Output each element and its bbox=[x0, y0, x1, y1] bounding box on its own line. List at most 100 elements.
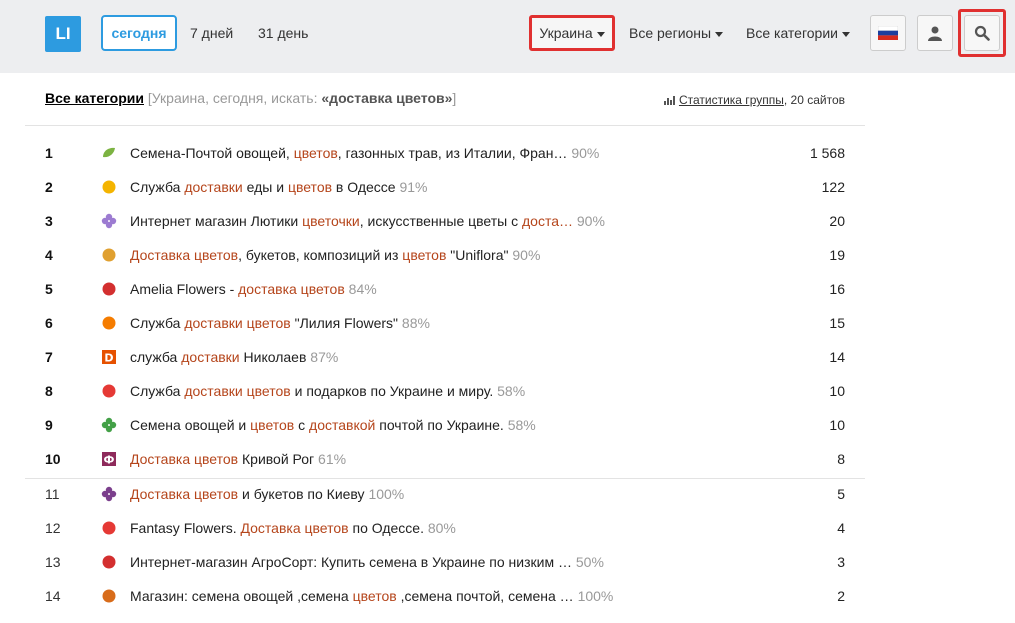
context-prefix: [Украина, сегодня, искать: bbox=[147, 90, 322, 106]
svg-text:D: D bbox=[104, 352, 113, 365]
visit-count: 19 bbox=[829, 247, 845, 263]
site-title[interactable]: Семена-Почтой овощей, цветов, газонных т… bbox=[130, 145, 600, 161]
title-text: Николаев bbox=[239, 349, 307, 365]
rank-number: 4 bbox=[45, 247, 53, 263]
query-match: цветов bbox=[250, 417, 295, 433]
star-icon bbox=[101, 486, 117, 502]
visit-count: 4 bbox=[837, 520, 845, 536]
list-item[interactable]: 12 Fantasy Flowers. Доставка цветов по Од… bbox=[0, 512, 865, 546]
caret-down-icon bbox=[841, 31, 850, 37]
leaf-icon bbox=[101, 145, 117, 161]
match-percent: 87% bbox=[306, 349, 339, 365]
visit-count: 16 bbox=[829, 281, 845, 297]
site-title[interactable]: Fantasy Flowers. Доставка цветов по Одес… bbox=[130, 520, 600, 536]
title-text: "Лилия Flowers" bbox=[290, 315, 399, 331]
site-title[interactable]: Доставка цветов и букетов по Киеву 100% bbox=[130, 486, 600, 502]
query-match: Доставка цветов bbox=[240, 520, 349, 536]
language-button[interactable] bbox=[870, 15, 906, 51]
rank-number: 9 bbox=[45, 417, 53, 433]
query-match: цветов bbox=[287, 179, 333, 195]
rank-number: 7 bbox=[45, 349, 53, 365]
title-text: , букетов, композиций из bbox=[238, 247, 403, 263]
site-title[interactable]: Магазин: семена овощей ,семена цветов ,с… bbox=[130, 588, 613, 604]
list-item[interactable]: 13 Интернет-магазин АгроСорт: Купить семе… bbox=[0, 546, 865, 580]
rose-icon bbox=[101, 281, 117, 297]
site-title[interactable]: Служба доставки еды и цветов в Одессе 91… bbox=[130, 179, 600, 195]
basket-icon bbox=[101, 383, 117, 399]
match-percent: 50% bbox=[572, 554, 604, 570]
period-31-days-button[interactable]: 31 день bbox=[258, 15, 308, 51]
site-title[interactable]: Интернет магазин Лютики цветочки, искусс… bbox=[130, 213, 605, 229]
title-text: по Одессе. bbox=[348, 520, 424, 536]
title-text: еды и bbox=[242, 179, 288, 195]
title-text: Служба bbox=[130, 383, 185, 399]
match-percent: 88% bbox=[398, 315, 430, 331]
list-item[interactable]: 8 Служба доставки цветов и подарков по Ук… bbox=[0, 375, 865, 409]
rank-number: 13 bbox=[45, 554, 61, 570]
site-title[interactable]: Служба доставки цветов и подарков по Укр… bbox=[130, 383, 600, 399]
caret-down-icon bbox=[715, 31, 724, 37]
delivery-icon bbox=[101, 179, 117, 195]
site-title[interactable]: Семена овощей и цветов с доставкой почто… bbox=[130, 417, 600, 433]
country-dropdown[interactable]: Украина bbox=[529, 15, 615, 51]
logo[interactable]: LI bbox=[45, 16, 81, 52]
list-item[interactable]: 1 Семена-Почтой овощей, цветов, газонных … bbox=[0, 137, 865, 171]
query-match: цветов bbox=[402, 247, 447, 263]
search-query: «доставка цветов» bbox=[321, 90, 453, 106]
title-text: в Одессе bbox=[332, 179, 396, 195]
rank-number: 11 bbox=[45, 486, 60, 502]
list-item[interactable]: 11 Доставка цветов и букетов по Киеву 100… bbox=[0, 478, 865, 512]
categories-dropdown[interactable]: Все категории bbox=[746, 15, 850, 51]
site-title[interactable]: служба доставки Николаев 87% bbox=[130, 349, 600, 365]
title-text: Служба bbox=[130, 315, 185, 331]
visit-count: 14 bbox=[829, 349, 845, 365]
visit-count: 1 568 bbox=[809, 145, 845, 161]
user-button[interactable] bbox=[917, 15, 953, 51]
divider bbox=[25, 125, 865, 126]
period-7-days-button[interactable]: 7 дней bbox=[190, 15, 233, 51]
title-text: Магазин: семена овощей ,семена bbox=[130, 588, 353, 604]
list-item[interactable]: 7 Dслужба доставки Николаев 87% 14 bbox=[0, 341, 865, 375]
query-match: доставки bbox=[184, 179, 243, 195]
title-text: , газонных трав, из Италии, Фран… bbox=[337, 145, 568, 161]
title-text: "Uniflora" bbox=[446, 247, 509, 263]
site-title[interactable]: Служба доставки цветов "Лилия Flowers" 8… bbox=[130, 315, 600, 331]
group-stats-link[interactable]: Статистика группы bbox=[679, 93, 784, 107]
caret-down-icon bbox=[596, 31, 605, 37]
title-text: Amelia Flowers - bbox=[130, 281, 239, 297]
match-percent: 84% bbox=[344, 281, 377, 297]
query-match: доста… bbox=[522, 213, 573, 229]
title-text: почтой по Украине. bbox=[375, 417, 504, 433]
list-item[interactable]: 5 Amelia Flowers - доставка цветов 84% 16 bbox=[0, 273, 865, 307]
match-percent: 58% bbox=[493, 383, 526, 399]
list-item[interactable]: 6 Служба доставки цветов "Лилия Flowers" … bbox=[0, 307, 865, 341]
site-title[interactable]: Доставка цветов, букетов, композиций из … bbox=[130, 247, 600, 263]
flower-icon bbox=[101, 213, 117, 229]
regions-dropdown[interactable]: Все регионы bbox=[629, 15, 724, 51]
title-text: Интернет магазин Лютики bbox=[130, 213, 303, 229]
visit-count: 20 bbox=[829, 213, 845, 229]
title-text: ,семена почтой, семена … bbox=[396, 588, 574, 604]
title-text: и подарков по Украине и миру. bbox=[290, 383, 494, 399]
lily-icon bbox=[101, 315, 117, 331]
list-item[interactable]: 3 Интернет магазин Лютики цветочки, искус… bbox=[0, 205, 865, 239]
list-item[interactable]: 2 Служба доставки еды и цветов в Одессе 9… bbox=[0, 171, 865, 205]
rank-number: 5 bbox=[45, 281, 53, 297]
list-item[interactable]: 9 Семена овощей и цветов с доставкой почт… bbox=[0, 409, 865, 443]
d-icon: D bbox=[101, 349, 117, 365]
list-item[interactable]: 4 Доставка цветов, букетов, композиций из… bbox=[0, 239, 865, 273]
bouquet-icon bbox=[101, 247, 117, 263]
all-categories-link[interactable]: Все категории bbox=[45, 90, 144, 106]
list-item[interactable]: 14 Магазин: семена овощей ,семена цветов … bbox=[0, 580, 865, 614]
rank-number: 1 bbox=[45, 145, 53, 161]
title-text: , искусственные цветы с bbox=[359, 213, 522, 229]
visit-count: 122 bbox=[821, 179, 845, 195]
rank-number: 12 bbox=[45, 520, 61, 536]
svg-text:Ф: Ф bbox=[104, 454, 115, 467]
site-title[interactable]: Интернет-магазин АгроСорт: Купить семена… bbox=[130, 554, 604, 570]
list-item[interactable]: 10 Ф Доставка цветов Кривой Рог 61% 8 bbox=[0, 443, 865, 477]
title-text: и букетов по Киеву bbox=[238, 486, 365, 502]
period-today-button[interactable]: сегодня bbox=[101, 15, 177, 51]
site-title[interactable]: Amelia Flowers - доставка цветов 84% bbox=[130, 281, 600, 297]
site-title[interactable]: Доставка цветов Кривой Рог 61% bbox=[130, 451, 600, 467]
